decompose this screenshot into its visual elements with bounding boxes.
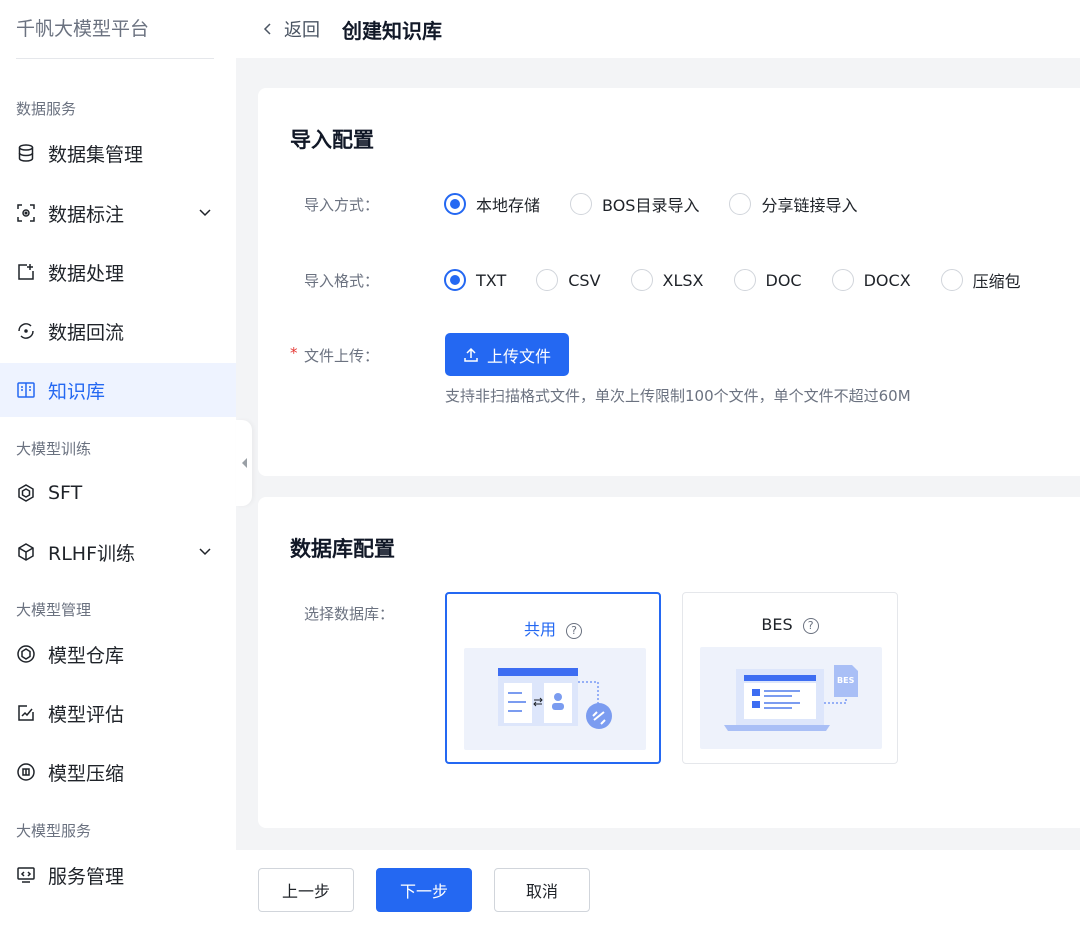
required-mark: *: [290, 344, 298, 362]
import-method-group: 本地存储 BOS目录导入 分享链接导入: [444, 192, 887, 216]
sidebar-item-label: 数据集管理: [48, 143, 144, 166]
sidebar-item-label: 数据回流: [48, 321, 125, 344]
sidebar-item-model-eval[interactable]: 模型评估: [0, 686, 236, 740]
upload-hint: 支持非扫描格式文件，单次上传限制100个文件，单个文件不超过60M: [445, 387, 911, 405]
hexagon-icon: [16, 483, 36, 503]
sidebar: 千帆大模型平台 数据服务 数据集管理 数据标注 数据处理 数据回流 知识库 大模…: [0, 0, 236, 928]
compress-icon: [16, 762, 36, 782]
db-option-shared[interactable]: 共用?: [445, 592, 661, 764]
brand-title: 千帆大模型平台: [16, 18, 150, 40]
radio-format-docx[interactable]: DOCX: [831, 269, 911, 291]
db-option-bes[interactable]: BES? BES: [682, 592, 898, 764]
help-icon[interactable]: ?: [566, 622, 582, 639]
sidebar-item-label: 知识库: [48, 380, 106, 403]
radio-format-xlsx[interactable]: XLSX: [630, 269, 704, 291]
next-step-button[interactable]: 下一步: [376, 868, 472, 912]
sidebar-item-model-compress[interactable]: 模型压缩: [0, 745, 236, 799]
sidebar-item-label: RLHF训练: [48, 542, 136, 565]
import-config-title: 导入配置: [290, 128, 374, 152]
section-model-service: 大模型服务: [16, 822, 92, 840]
page-title: 创建知识库: [342, 18, 442, 43]
help-icon[interactable]: ?: [802, 617, 819, 634]
footer-bar: 上一步 下一步 取消: [236, 850, 1080, 928]
chevron-down-icon[interactable]: [198, 544, 212, 558]
import-format-label: 导入格式：: [304, 272, 380, 290]
select-db-label: 选择数据库：: [304, 605, 395, 623]
chart-icon: [16, 703, 36, 723]
radio-local-storage[interactable]: 本地存储: [444, 192, 540, 216]
sidebar-collapse-button[interactable]: [236, 420, 252, 506]
sidebar-item-dataset[interactable]: 数据集管理: [0, 126, 236, 180]
sidebar-item-label: 模型评估: [48, 703, 125, 726]
radio-bos-directory[interactable]: BOS目录导入: [570, 192, 699, 216]
bes-badge-text: BES: [837, 676, 855, 685]
cancel-button[interactable]: 取消: [494, 868, 590, 912]
section-model-training: 大模型训练: [16, 440, 92, 458]
sidebar-item-label: 模型仓库: [48, 644, 125, 667]
back-button[interactable]: 返回: [262, 16, 320, 42]
divider: [16, 58, 214, 59]
upload-icon: [464, 347, 478, 362]
sidebar-item-rlhf[interactable]: RLHF训练: [0, 525, 236, 579]
sidebar-item-sft[interactable]: SFT: [0, 466, 236, 520]
sidebar-item-annotation[interactable]: 数据标注: [0, 186, 236, 240]
radio-format-doc[interactable]: DOC: [733, 269, 802, 291]
chevron-left-icon: [263, 23, 271, 35]
radio-format-txt[interactable]: TXT: [444, 269, 506, 291]
sidebar-item-label: 数据处理: [48, 262, 125, 285]
page-header: 返回 创建知识库: [236, 0, 1080, 58]
shared-db-illustration: [464, 648, 646, 750]
cube-icon: [16, 542, 36, 562]
sidebar-item-service-management[interactable]: 服务管理: [0, 848, 236, 902]
bes-db-illustration: BES: [700, 647, 882, 749]
monitor-icon: [16, 865, 36, 885]
radio-format-archive[interactable]: 压缩包: [940, 268, 1021, 292]
file-upload-label: 文件上传：: [304, 347, 380, 365]
section-data-service: 数据服务: [16, 100, 77, 118]
db-option-name: 共用: [523, 620, 556, 639]
caret-left-icon: [241, 458, 247, 468]
refresh-icon: [16, 321, 36, 341]
section-model-management: 大模型管理: [16, 601, 92, 619]
process-icon: [16, 262, 36, 282]
radio-share-link[interactable]: 分享链接导入: [729, 192, 857, 216]
db-config-card: 数据库配置 选择数据库： 共用? BES ? BES: [258, 497, 1080, 828]
import-format-group: TXT CSV XLSX DOC DOCX 压缩包: [444, 268, 1051, 292]
db-config-title: 数据库配置: [290, 537, 395, 561]
import-config-card: 导入配置 导入方式： 本地存储 BOS目录导入 分享链接导入 导入格式： TXT…: [258, 88, 1080, 476]
chevron-down-icon[interactable]: [198, 205, 212, 219]
sidebar-item-label: 数据标注: [48, 203, 125, 226]
import-method-label: 导入方式：: [304, 196, 380, 214]
sidebar-item-label: 模型压缩: [48, 762, 125, 785]
package-icon: [16, 644, 36, 664]
radio-format-csv[interactable]: CSV: [536, 269, 601, 291]
database-icon: [16, 143, 36, 163]
book-icon: [16, 380, 36, 400]
sidebar-item-reflow[interactable]: 数据回流: [0, 304, 236, 358]
prev-step-button[interactable]: 上一步: [258, 868, 354, 912]
db-option-name: BES: [761, 615, 793, 634]
scan-icon: [16, 203, 36, 223]
sidebar-item-knowledge-base[interactable]: 知识库: [0, 363, 236, 417]
sidebar-item-label: 服务管理: [48, 865, 125, 888]
back-label: 返回: [284, 20, 320, 41]
sidebar-item-processing[interactable]: 数据处理: [0, 245, 236, 299]
sidebar-item-model-repo[interactable]: 模型仓库: [0, 627, 236, 681]
sidebar-item-label: SFT: [48, 482, 83, 504]
upload-file-button[interactable]: 上传文件: [445, 333, 569, 376]
